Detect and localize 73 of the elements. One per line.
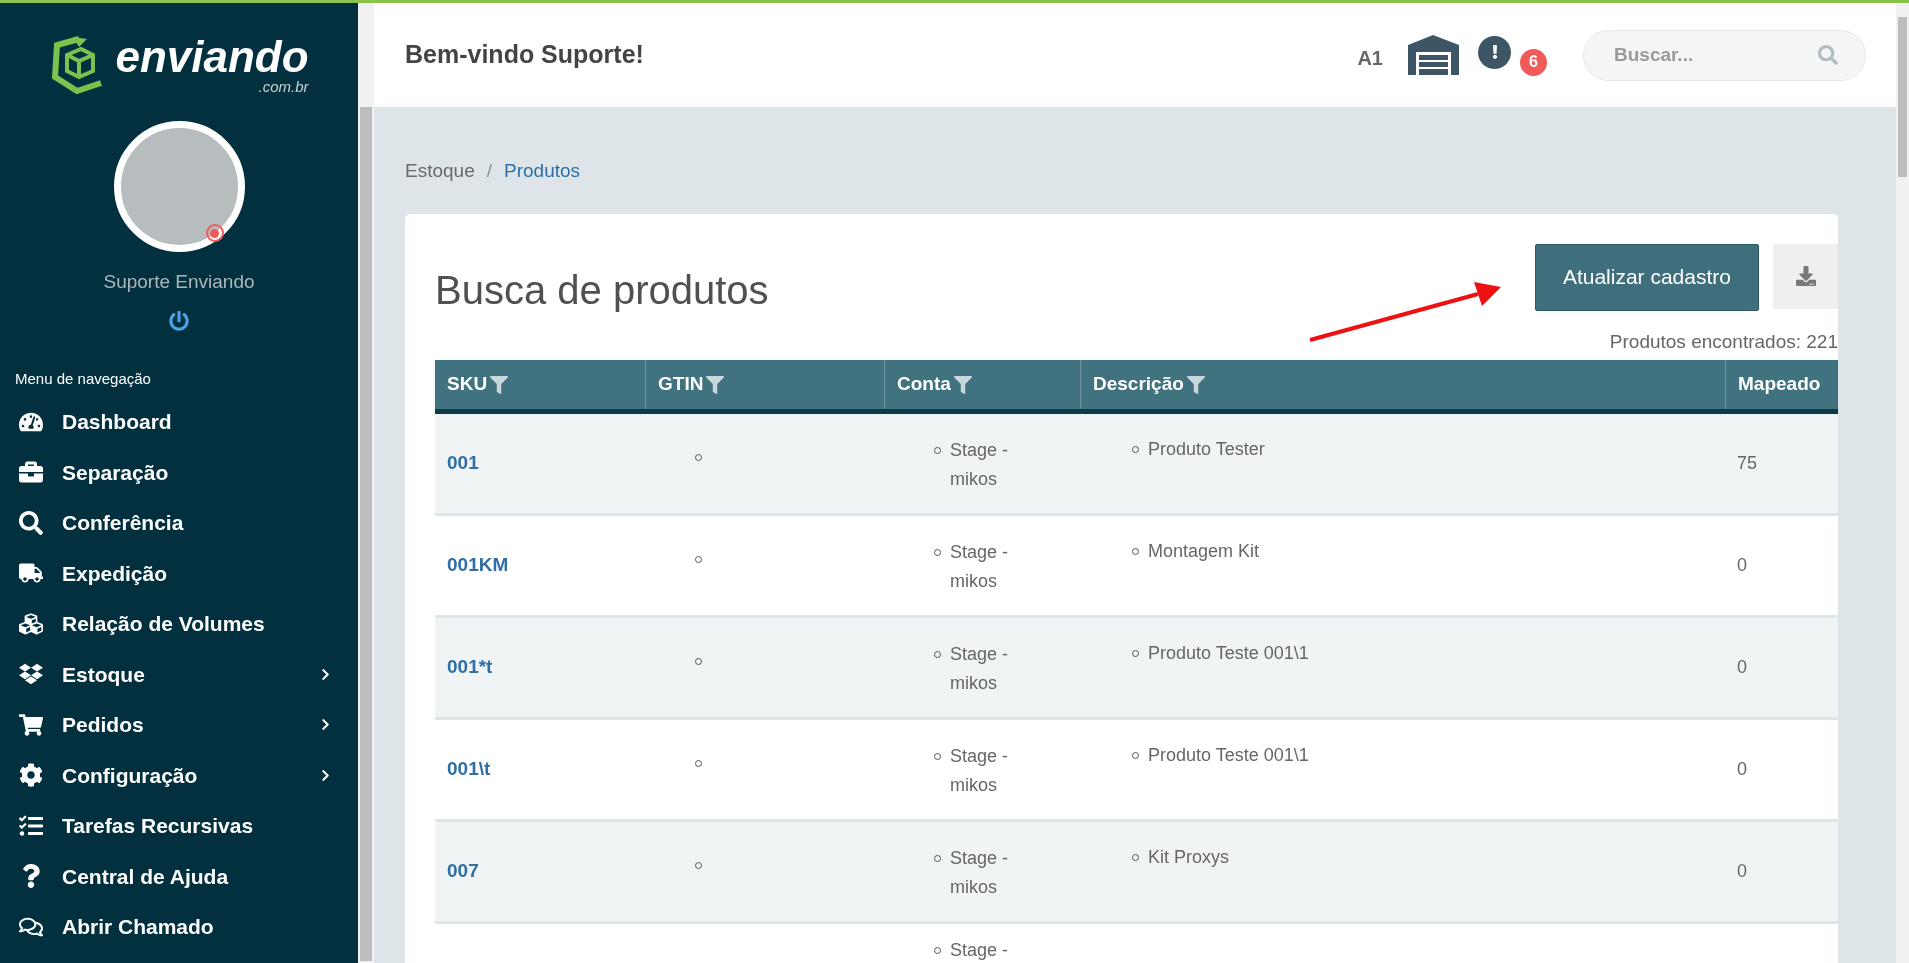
cell-text: Stage - mikos [950, 541, 1010, 593]
cart-icon [19, 712, 43, 737]
filter-icon[interactable] [1186, 375, 1205, 394]
column-header[interactable]: GTIN [658, 370, 725, 399]
nav-item[interactable]: Relação de Volumes [0, 598, 358, 649]
update-button[interactable]: Atualizar cadastro [1534, 243, 1759, 311]
download-button[interactable] [1773, 243, 1838, 309]
sku-link[interactable]: 001 [447, 449, 479, 478]
panel-title: Busca de produtos [435, 266, 769, 314]
cell-text: Produto Tester [1148, 438, 1265, 461]
notification-badge: 6 [1520, 48, 1547, 76]
brand-name: enviando [115, 34, 309, 79]
column-header[interactable]: Descrição [1093, 370, 1205, 399]
search-field[interactable]: Buscar... [1583, 29, 1866, 81]
cell-text: Produto Teste 001\1 [1148, 642, 1309, 665]
cubes-icon [19, 611, 43, 636]
chevron-icon [319, 768, 332, 782]
checklist-icon [19, 813, 43, 838]
nav-item[interactable]: Tarefas Recursivas [0, 800, 358, 851]
briefcase-icon [19, 460, 43, 485]
boxes-icon [19, 662, 43, 687]
settings-icon [19, 763, 43, 788]
sku-link[interactable]: 007 [447, 857, 479, 886]
breadcrumb-separator: / [486, 159, 492, 183]
breadcrumb-link[interactable]: Produtos [504, 157, 581, 186]
page-scrollbar[interactable] [1896, 3, 1909, 963]
nav-item[interactable]: Central de Ajuda [0, 851, 358, 902]
greeting: Bem-vindo Suporte! [405, 39, 645, 71]
nav-item[interactable]: Abrir Chamado [0, 901, 358, 952]
cell-text: 0 [1737, 860, 1747, 883]
cell-text: Kit Proxys [1148, 846, 1230, 869]
cell-text: Montagem Kit [1148, 540, 1260, 563]
sku-link[interactable]: 001*t [447, 653, 493, 682]
column-header[interactable]: Conta [897, 370, 972, 399]
nav-heading: Menu de navegação [15, 369, 151, 387]
download-icon [1795, 266, 1816, 286]
cell-text: Stage - mikos [950, 745, 1010, 797]
sidebar-scrollbar[interactable] [358, 3, 374, 963]
nav-item[interactable]: Pedidos [0, 699, 358, 750]
cell-text: 0 [1737, 656, 1747, 679]
search-icon [1818, 44, 1838, 65]
nav-item[interactable]: Dashboard [0, 396, 358, 447]
location-code: A1 [1357, 46, 1383, 71]
result-count: Produtos encontrados: 221 [1609, 329, 1838, 354]
cell-text: 0 [1737, 554, 1747, 577]
nav-item[interactable]: Conferência [0, 497, 358, 548]
brand-domain: .com.br [258, 78, 309, 94]
power-icon[interactable] [169, 310, 189, 331]
column-header[interactable]: SKU [447, 370, 509, 399]
alert-icon[interactable] [1478, 35, 1511, 69]
nav-item[interactable]: Estoque [0, 649, 358, 700]
nav-item[interactable]: Separação [0, 447, 358, 498]
cell-text: Stage - mikos [950, 643, 1010, 695]
cell-text: Stage - mikos [950, 439, 1010, 491]
filter-icon[interactable] [706, 375, 725, 394]
sku-link[interactable]: 001KM [447, 551, 509, 580]
chevron-icon [319, 718, 332, 732]
sku-link[interactable]: 001\t [447, 755, 491, 784]
breadcrumb-link[interactable]: Estoque [405, 157, 475, 186]
filter-icon[interactable] [490, 375, 509, 394]
filter-icon[interactable] [953, 375, 972, 394]
warehouse-icon[interactable] [1408, 35, 1459, 75]
column-header[interactable]: Mapeado [1738, 370, 1821, 399]
user-name: Suporte Enviando [103, 270, 255, 294]
search-icon [19, 510, 43, 535]
chevron-icon [319, 667, 332, 681]
cell-text: 0 [1737, 758, 1747, 781]
cell-text: Stage - mikos [950, 847, 1010, 899]
cell-text: Produto Teste 001\1 [1148, 744, 1309, 767]
cell-text: 75 [1737, 452, 1758, 475]
nav-item[interactable]: Expedição [0, 548, 358, 599]
nav-item[interactable]: Configuração [0, 750, 358, 801]
cell-text: Stage - [950, 939, 1009, 962]
